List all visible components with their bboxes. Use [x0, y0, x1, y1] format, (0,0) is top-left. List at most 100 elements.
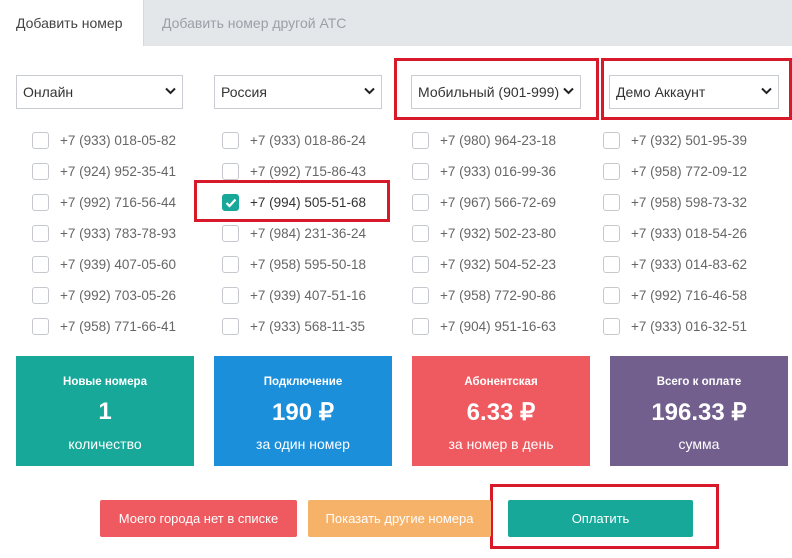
number-row[interactable]: +7 (933) 016-32-51 [603, 311, 788, 342]
checkbox[interactable] [412, 287, 429, 304]
phone-number: +7 (933) 018-54-26 [631, 226, 747, 241]
chevron-down-icon [364, 76, 375, 95]
phone-number: +7 (958) 595-50-18 [250, 257, 366, 272]
number-row[interactable]: +7 (932) 502-23-80 [412, 218, 597, 249]
number-row[interactable]: +7 (958) 771-66-41 [32, 311, 217, 342]
checkbox[interactable] [222, 225, 239, 242]
phone-number: +7 (984) 231-36-24 [250, 226, 366, 241]
checkbox[interactable] [32, 318, 49, 335]
phone-number: +7 (933) 783-78-93 [60, 226, 176, 241]
tab-add-other-ats[interactable]: Добавить номер другой АТС [146, 0, 362, 46]
number-row[interactable]: +7 (958) 772-90-86 [412, 280, 597, 311]
number-row[interactable]: +7 (992) 716-56-44 [32, 187, 217, 218]
country-select[interactable]: Россия [214, 75, 382, 109]
checkmark-icon [225, 198, 237, 208]
checkbox[interactable] [222, 132, 239, 149]
card-value: 1 [98, 398, 112, 425]
phone-number: +7 (980) 964-23-18 [440, 133, 556, 148]
phone-number: +7 (933) 016-32-51 [631, 319, 747, 334]
checkbox[interactable] [412, 256, 429, 273]
card-value: 196.33 ₽ [651, 399, 747, 426]
checkbox[interactable] [603, 132, 620, 149]
number-row[interactable]: +7 (904) 951-16-63 [412, 311, 597, 342]
number-row[interactable]: +7 (933) 568-11-35 [222, 311, 407, 342]
checkbox[interactable] [32, 225, 49, 242]
checkbox[interactable] [222, 287, 239, 304]
checkbox[interactable] [412, 318, 429, 335]
number-row[interactable]: +7 (932) 501-95-39 [603, 125, 788, 156]
number-row[interactable]: +7 (967) 566-72-69 [412, 187, 597, 218]
checkbox[interactable] [603, 287, 620, 304]
phone-number: +7 (933) 014-83-62 [631, 257, 747, 272]
phone-number: +7 (958) 771-66-41 [60, 319, 176, 334]
checkbox[interactable] [412, 194, 429, 211]
phone-number: +7 (992) 703-05-26 [60, 288, 176, 303]
number-row[interactable]: +7 (939) 407-05-60 [32, 249, 217, 280]
checkbox[interactable] [222, 318, 239, 335]
checkbox[interactable] [412, 225, 429, 242]
chevron-down-icon [165, 76, 176, 95]
show-other-numbers-button[interactable]: Показать другие номера [308, 500, 491, 537]
number-row[interactable]: +7 (933) 018-54-26 [603, 218, 788, 249]
checkbox[interactable] [603, 225, 620, 242]
checkbox[interactable] [222, 256, 239, 273]
total-card: Всего к оплате 196.33 ₽ сумма [610, 356, 788, 466]
number-row[interactable]: +7 (992) 703-05-26 [32, 280, 217, 311]
checkbox-checked[interactable] [222, 194, 239, 211]
number-row[interactable]: +7 (984) 231-36-24 [222, 218, 407, 249]
phone-number: +7 (958) 598-73-32 [631, 195, 747, 210]
tab-add-number[interactable]: Добавить номер [0, 0, 144, 46]
checkbox[interactable] [603, 318, 620, 335]
phone-number: +7 (958) 772-90-86 [440, 288, 556, 303]
checkbox[interactable] [32, 194, 49, 211]
number-row[interactable]: +7 (994) 505-51-68 [222, 187, 407, 218]
phone-number: +7 (939) 407-05-60 [60, 257, 176, 272]
checkbox[interactable] [32, 132, 49, 149]
card-subtitle: количество [68, 436, 142, 452]
card-value: 6.33 ₽ [466, 399, 536, 426]
card-title: Подключение [263, 376, 343, 388]
pay-button[interactable]: Оплатить [508, 500, 693, 537]
phone-number: +7 (994) 505-51-68 [250, 195, 366, 210]
phone-number: +7 (933) 018-86-24 [250, 133, 366, 148]
checkbox[interactable] [32, 163, 49, 180]
card-title: Новые номера [63, 376, 147, 388]
number-row[interactable]: +7 (933) 018-86-24 [222, 125, 407, 156]
number-row[interactable]: +7 (933) 014-83-62 [603, 249, 788, 280]
card-title: Всего к оплате [656, 376, 742, 388]
number-row[interactable]: +7 (958) 598-73-32 [603, 187, 788, 218]
number-row[interactable]: +7 (933) 016-99-36 [412, 156, 597, 187]
checkbox[interactable] [603, 256, 620, 273]
number-row[interactable]: +7 (932) 504-52-23 [412, 249, 597, 280]
checkbox[interactable] [32, 287, 49, 304]
checkbox[interactable] [603, 194, 620, 211]
number-row[interactable]: +7 (924) 952-35-41 [32, 156, 217, 187]
number-row[interactable]: +7 (933) 018-05-82 [32, 125, 217, 156]
phone-number: +7 (958) 772-09-12 [631, 164, 747, 179]
phone-number: +7 (932) 504-52-23 [440, 257, 556, 272]
numbers-column-1: +7 (933) 018-05-82 +7 (924) 952-35-41 +7 (… [32, 125, 217, 342]
checkbox[interactable] [222, 163, 239, 180]
tab-bar: Добавить номер Добавить номер другой АТС [0, 0, 792, 46]
checkbox[interactable] [603, 163, 620, 180]
phone-number: +7 (967) 566-72-69 [440, 195, 556, 210]
no-city-button[interactable]: Моего города нет в списке [100, 500, 297, 537]
card-subtitle: за номер в день [448, 436, 554, 452]
number-row[interactable]: +7 (992) 715-86-43 [222, 156, 407, 187]
checkbox[interactable] [32, 256, 49, 273]
number-row[interactable]: +7 (992) 716-46-58 [603, 280, 788, 311]
subscription-card: Абонентская 6.33 ₽ за номер в день [412, 356, 590, 466]
card-subtitle: за один номер [256, 436, 350, 452]
country-select-value: Россия [221, 84, 267, 100]
checkbox[interactable] [412, 163, 429, 180]
type-select[interactable]: Онлайн [16, 75, 183, 109]
checkbox[interactable] [412, 132, 429, 149]
phone-number: +7 (933) 016-99-36 [440, 164, 556, 179]
number-row[interactable]: +7 (933) 783-78-93 [32, 218, 217, 249]
new-numbers-card: Новые номера 1 количество [16, 356, 194, 466]
number-row[interactable]: +7 (980) 964-23-18 [412, 125, 597, 156]
phone-number: +7 (992) 716-56-44 [60, 195, 176, 210]
number-row[interactable]: +7 (958) 595-50-18 [222, 249, 407, 280]
number-row[interactable]: +7 (939) 407-51-16 [222, 280, 407, 311]
number-row[interactable]: +7 (958) 772-09-12 [603, 156, 788, 187]
